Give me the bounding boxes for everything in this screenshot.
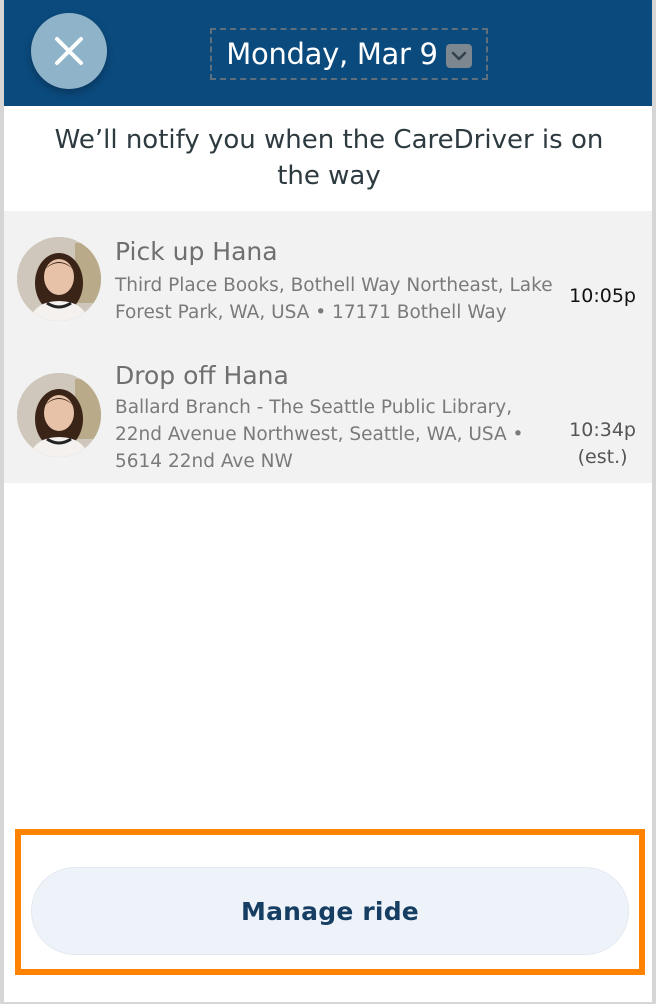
stop-title: Pick up Hana [115,237,278,266]
date-selector[interactable]: Monday, Mar 9 [210,28,488,80]
close-icon [55,37,83,65]
stop-title: Drop off Hana [115,361,289,390]
stop-address: Third Place Books, Bothell Way Northeast… [115,275,553,323]
header-bar: Monday, Mar 9 [4,0,652,106]
manage-ride-button[interactable]: Manage ride [31,867,629,955]
stop-time-estimate-note: (est.) [577,446,628,468]
avatar [17,373,101,457]
stop-time: 10:05p [569,283,636,310]
stop-dropoff[interactable]: Drop off Hana Ballard Branch - The Seatt… [4,337,652,483]
avatar [17,237,101,321]
close-button[interactable] [31,13,107,89]
stop-time-value: 10:05p [569,285,636,307]
stop-address: Ballard Branch - The Seattle Public Libr… [115,397,524,472]
chevron-down-icon [445,44,472,68]
app-frame: Monday, Mar 9 We’ll notify you when the … [4,0,652,1002]
stop-time: 10:34p (est.) [569,417,636,471]
notification-message: We’ll notify you when the CareDriver is … [54,125,604,191]
stop-pickup[interactable]: Pick up Hana Third Place Books, Bothell … [4,211,652,337]
ride-stops-list: Pick up Hana Third Place Books, Bothell … [4,211,652,483]
stop-time-value: 10:34p [569,419,636,441]
date-label: Monday, Mar 9 [226,37,438,71]
